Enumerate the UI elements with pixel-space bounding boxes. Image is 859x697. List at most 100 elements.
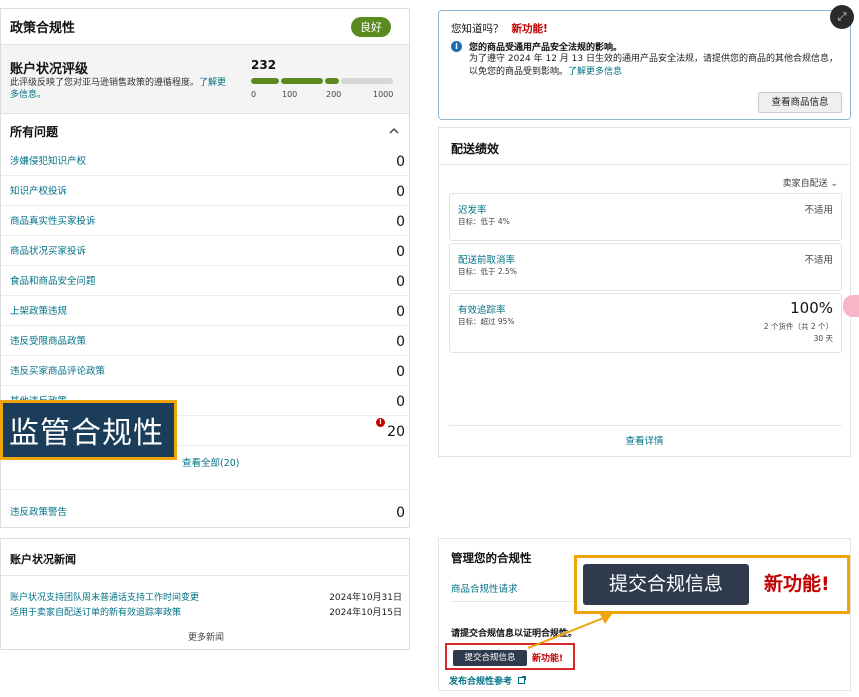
- tick-label: 100: [282, 90, 298, 99]
- issues-title: 所有问题: [10, 124, 59, 139]
- news-link[interactable]: 适用于卖家自配送订单的新有效追踪率政策: [10, 605, 181, 618]
- chevron-up-icon[interactable]: [389, 127, 399, 135]
- metric-value: 100%: [790, 299, 833, 317]
- expand-icon[interactable]: ⤢: [830, 5, 854, 29]
- issue-count: 0: [396, 154, 405, 170]
- issue-label[interactable]: 知识产权投诉: [10, 183, 67, 197]
- issue-row[interactable]: 食品和商品安全问题 0: [1, 266, 411, 296]
- metric-late-shipment[interactable]: 迟发率 目标：低于 4% 不适用: [449, 193, 842, 241]
- metric-name[interactable]: 迟发率: [458, 202, 487, 216]
- issue-label[interactable]: 涉嫌侵犯知识产权: [10, 153, 86, 167]
- divider: [1, 575, 409, 576]
- view-product-info-button[interactable]: 查看商品信息: [758, 92, 842, 113]
- account-news-card: 账户状况新闻 账户状况支持团队周末普通话支持工作时间变更 2024年10月31日…: [0, 538, 410, 650]
- manage-title: 管理您的合规性: [451, 551, 532, 565]
- new-feature-label: 新功能!: [532, 654, 564, 664]
- publish-compliance-link[interactable]: 发布合规性参考: [449, 674, 527, 687]
- score-bar-segment-2: [281, 78, 323, 84]
- dyk-title: 您知道吗？ 新功能!: [451, 21, 548, 36]
- issue-row[interactable]: 商品状况买家投诉 0: [1, 236, 411, 266]
- news-item[interactable]: 账户状况支持团队周末普通话支持工作时间变更 2024年10月31日: [10, 590, 402, 603]
- metric-target: 目标：低于 4%: [458, 217, 510, 226]
- metric-value: 不适用: [804, 205, 833, 216]
- metric-period: 30 天: [813, 334, 833, 343]
- policy-header: 政策合规性 良好: [1, 9, 409, 45]
- issue-row[interactable]: 违反政策警告 0: [1, 497, 411, 527]
- divider: [451, 601, 586, 602]
- dyk-headline: 您的商品受通用产品安全法规的影响。: [469, 43, 623, 53]
- shipping-title: 配送绩效: [451, 142, 500, 156]
- tick-label: 0: [251, 90, 257, 99]
- view-details-link[interactable]: 查看详情: [439, 433, 850, 447]
- fulfillment-select[interactable]: 卖家自配送 ⌄: [783, 176, 838, 189]
- issue-row[interactable]: 涉嫌侵犯知识产权 0: [1, 146, 411, 176]
- news-item[interactable]: 适用于卖家自配送订单的新有效追踪率政策 2024年10月15日: [10, 605, 402, 618]
- new-feature-label: 新功能!: [511, 23, 548, 35]
- dyk-body: 为了遵守 2024 年 12 月 13 日生效的通用产品安全法规，请提供您的商品…: [469, 53, 845, 79]
- info-icon: i: [451, 41, 462, 52]
- score-bar-remainder: [341, 78, 393, 84]
- alert-icon: !: [376, 418, 385, 427]
- news-link[interactable]: 账户状况支持团队周末普通话支持工作时间变更: [10, 590, 199, 603]
- issue-count: 0: [396, 274, 405, 290]
- metric-cancel-rate[interactable]: 配送前取消率 目标：低于 2.5% 不适用: [449, 243, 842, 291]
- issue-label[interactable]: 违反买家商品评论政策: [10, 363, 105, 377]
- side-tab-icon[interactable]: [843, 295, 859, 317]
- regulatory-compliance-callout[interactable]: 监管合规性: [0, 400, 177, 460]
- external-link-icon: [518, 676, 527, 684]
- issue-label[interactable]: 食品和商品安全问题: [10, 273, 96, 287]
- metric-valid-tracking[interactable]: 有效追踪率 目标：超过 95% 100% 2 个货件（共 2 个） 30 天: [449, 293, 842, 353]
- score-bar-segment-1: [251, 78, 279, 84]
- metric-value: 不适用: [804, 255, 833, 266]
- submit-compliance-button[interactable]: 提交合规信息: [453, 650, 527, 666]
- divider: [439, 164, 850, 165]
- publish-text[interactable]: 发布合规性参考: [449, 677, 512, 687]
- issue-count: 0: [396, 244, 405, 260]
- did-you-know-card: 您知道吗？ 新功能! i 您的商品受通用产品安全法规的影响。 为了遵守 2024 …: [438, 10, 851, 120]
- metric-name[interactable]: 有效追踪率: [458, 302, 506, 316]
- tick-label: 200: [326, 90, 342, 99]
- dyk-body-text: 为了遵守 2024 年 12 月 13 日生效的通用产品安全法规，请提供您的商品…: [469, 54, 838, 77]
- metric-target: 目标：超过 95%: [458, 317, 515, 326]
- score-bar-segment-3: [325, 78, 339, 84]
- issues-header[interactable]: 所有问题: [1, 116, 409, 146]
- more-news-link[interactable]: 更多新闻: [1, 630, 411, 643]
- issue-count: 0: [396, 184, 405, 200]
- issue-label[interactable]: 上架政策违规: [10, 303, 67, 317]
- health-description: 此评级反映了您对亚马逊销售政策的遵循程度。了解更多信息。: [10, 77, 230, 101]
- dyk-learn-more-link[interactable]: 了解更多信息: [568, 67, 622, 77]
- account-health-rating: 账户状况评级 此评级反映了您对亚马逊销售政策的遵循程度。了解更多信息。 232 …: [1, 45, 409, 114]
- view-all-link[interactable]: 查看全部(20): [182, 455, 240, 469]
- issue-row[interactable]: 违反买家商品评论政策 0: [1, 356, 411, 386]
- submit-callout: 提交合规信息 新功能!: [574, 555, 850, 614]
- news-date: 2024年10月15日: [329, 608, 402, 618]
- dyk-title-text: 您知道吗？: [451, 23, 504, 35]
- issue-label[interactable]: 违反受限商品政策: [10, 333, 86, 347]
- issue-row[interactable]: 商品真实性买家投诉 0: [1, 206, 411, 236]
- issue-label[interactable]: 商品真实性买家投诉: [10, 213, 96, 227]
- divider: [1, 489, 409, 490]
- issue-row[interactable]: 知识产权投诉 0: [1, 176, 411, 206]
- metric-shipments: 2 个货件（共 2 个）: [763, 322, 833, 331]
- issue-count: 0: [396, 394, 405, 410]
- issue-row[interactable]: 违反受限商品政策 0: [1, 326, 411, 356]
- issue-count: 0: [396, 214, 405, 230]
- issue-row[interactable]: 上架政策违规 0: [1, 296, 411, 326]
- shipping-performance-card: 配送绩效 卖家自配送 ⌄ 迟发率 目标：低于 4% 不适用 配送前取消率 目标：…: [438, 127, 851, 457]
- health-score: 232: [251, 58, 277, 72]
- metric-name[interactable]: 配送前取消率: [458, 252, 515, 266]
- submit-highlight: 提交合规信息 新功能!: [445, 643, 575, 670]
- policy-title: 政策合规性: [10, 21, 76, 36]
- submit-compliance-callout-button[interactable]: 提交合规信息: [583, 564, 749, 605]
- new-feature-callout-label: 新功能!: [764, 573, 830, 595]
- news-title: 账户状况新闻: [10, 553, 76, 566]
- metric-target: 目标：低于 2.5%: [458, 267, 517, 276]
- health-desc-text: 此评级反映了您对亚马逊销售政策的遵循程度。: [10, 78, 200, 88]
- tick-label: 1000: [373, 90, 394, 99]
- issue-label[interactable]: 商品状况买家投诉: [10, 243, 86, 257]
- health-title: 账户状况评级: [10, 62, 89, 77]
- status-badge: 良好: [351, 16, 391, 37]
- issue-count: 0: [396, 364, 405, 380]
- issue-label[interactable]: 违反政策警告: [10, 504, 67, 518]
- compliance-request-link[interactable]: 商品合规性请求: [451, 581, 518, 595]
